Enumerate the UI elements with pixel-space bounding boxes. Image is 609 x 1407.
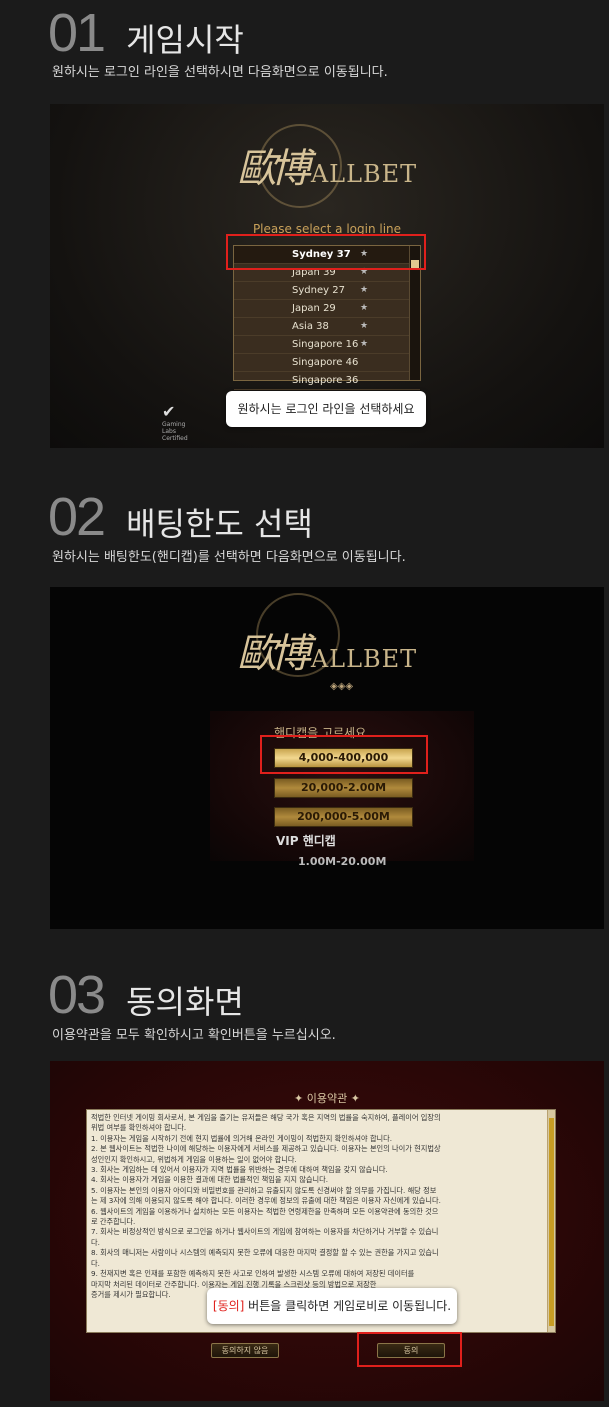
terms-line: 8. 회사의 매니저는 사람이나 시스템의 예측되지 못한 오류에 대응한 마지… <box>91 1248 439 1258</box>
vip-handicap-label: VIP 핸디캡 <box>276 834 336 848</box>
login-line-item[interactable]: Sydney 27 ★ <box>234 282 420 300</box>
step-title: 동의화면 <box>126 983 244 1021</box>
handicap-screenshot: 歐博 ALLBET ◈◈◈ 핸디캡을 고르세요 4,000-400,000 20,… <box>50 587 604 929</box>
login-line-item[interactable]: Asia 38 ★ <box>234 318 420 336</box>
step-2-header: 02 배팅한도 선택 <box>48 490 313 544</box>
handicap-option[interactable]: 20,000-2.00M <box>274 778 413 798</box>
vip-handicap-option[interactable]: 1.00M-20.00M <box>298 855 386 868</box>
terms-line: 5. 이용자는 본인의 이용자 아이디와 비밀번호를 관리하고 유출되지 않도록… <box>91 1185 437 1195</box>
terms-line: 다. <box>91 1237 100 1247</box>
terms-line: 성인인지 확인하시고, 위법하게 게임을 이용하는 일이 없어야 합니다. <box>91 1154 297 1164</box>
step-number: 01 <box>48 3 106 63</box>
terms-line: 3. 회사는 게임하는 데 있어서 이용자가 지역 법률을 위반하는 경우에 대… <box>91 1165 388 1175</box>
terms-line: 는 제 3자에 의해 이용되지 않도록 해야 합니다. 이러한 경우에 정보의 … <box>91 1196 441 1206</box>
star-icon: ★ <box>360 321 369 331</box>
gaming-labs-certified-logo: ✔ Gaming Labs Certified <box>162 402 188 443</box>
terms-line: 7. 회사는 비정상적인 방식으로 로그인을 하거나 웹사이트의 게임에 참여하… <box>91 1227 439 1237</box>
terms-line: 9. 천재지변 혹은 인재를 포함한 예측하지 못한 사고로 인하여 발생한 시… <box>91 1269 415 1279</box>
step-number: 02 <box>48 487 106 547</box>
star-icon: ★ <box>360 303 369 313</box>
terms-line: 1. 이용자는 게임을 시작하기 전에 현지 법률에 의거해 온라인 게이밍이 … <box>91 1133 393 1143</box>
star-icon: ★ <box>360 285 369 295</box>
terms-line: 2. 본 웹사이트는 적법한 나이에 해당하는 이용자에게 서비스를 제공하고 … <box>91 1144 441 1154</box>
terms-line: 4. 회사는 이용자가 게임을 이용한 결과에 대한 법률적인 책임을 지지 않… <box>91 1175 328 1185</box>
login-line-item[interactable]: Japan 29 ★ <box>234 300 420 318</box>
terms-line: 로 간주합니다. <box>91 1217 136 1227</box>
instruction-tooltip: [동의] 버튼을 클릭하면 게임로비로 이동됩니다. <box>207 1288 457 1324</box>
highlight-box <box>357 1332 462 1367</box>
agreement-screenshot: ✦ 이용약관 ✦ 적법한 인터넷 게이밍 회사로서, 본 게임을 즐기는 유저들… <box>50 1061 604 1401</box>
ornament-divider: ◈◈◈ <box>330 681 354 692</box>
star-icon: ★ <box>360 339 369 349</box>
terms-scrollbar[interactable] <box>547 1110 555 1332</box>
handicap-option[interactable]: 200,000-5.00M <box>274 807 413 827</box>
terms-line: 다. <box>91 1258 100 1268</box>
step-description: 원하시는 로그인 라인을 선택하시면 다음화면으로 이동됩니다. <box>52 65 388 80</box>
login-line-item[interactable]: Singapore 16 ★ <box>234 336 420 354</box>
login-line-item[interactable]: Singapore 46 <box>234 354 420 372</box>
step-3-header: 03 동의화면 <box>48 968 244 1022</box>
login-line-screenshot: 歐博 ALLBET Please select a login line Sydn… <box>50 104 604 448</box>
login-line-item[interactable]: Singapore 36 <box>234 372 420 390</box>
step-number: 03 <box>48 965 106 1025</box>
terms-title: ✦ 이용약관 ✦ <box>294 1092 360 1105</box>
allbet-logo: 歐博 ALLBET <box>236 146 418 192</box>
instruction-tooltip: 원하시는 로그인 라인을 선택하세요 <box>226 391 426 427</box>
allbet-logo: 歐博 ALLBET <box>236 631 418 677</box>
check-icon: ✔ <box>162 402 176 421</box>
step-1-header: 01 게임시작 <box>48 6 244 60</box>
disagree-button[interactable]: 동의하지 않음 <box>211 1343 279 1358</box>
scroll-thumb[interactable] <box>549 1118 554 1326</box>
highlight-box <box>226 234 426 270</box>
step-title: 게임시작 <box>126 21 244 59</box>
step-description: 이용약관을 모두 확인하시고 확인버튼을 누르십시오. <box>52 1028 336 1043</box>
terms-line: 적법한 인터넷 게이밍 회사로서, 본 게임을 즐기는 유저들은 해당 국가 혹… <box>91 1113 441 1122</box>
highlight-box <box>260 735 428 774</box>
step-title: 배팅한도 선택 <box>126 505 313 543</box>
step-description: 원하시는 배팅한도(핸디캡)를 선택하면 다음화면으로 이동됩니다. <box>52 550 406 565</box>
terms-line: 6. 웹사이트의 게임을 이용하거나 설치하는 모든 이용자는 적법한 연령제한… <box>91 1206 439 1216</box>
terms-line: 위법 여부를 확인하셔야 합니다. <box>91 1123 187 1133</box>
